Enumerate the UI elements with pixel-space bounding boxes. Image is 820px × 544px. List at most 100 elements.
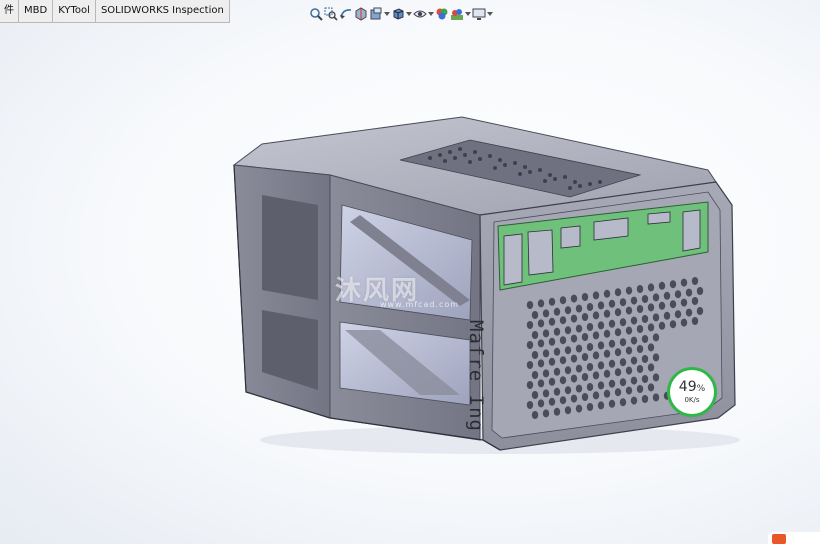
view-settings-icon[interactable] (472, 6, 486, 22)
command-manager-tabs: 件 MBD KYTool SOLIDWORKS Inspection (0, 0, 230, 23)
vent-hole (685, 288, 693, 297)
vent-hole (625, 326, 633, 335)
vent-hole (581, 313, 589, 321)
vent-hole (641, 335, 649, 343)
vent-hole (619, 318, 627, 327)
vent-hole (575, 344, 583, 353)
tab-part[interactable]: 件 (0, 0, 19, 22)
vent-hole (652, 313, 660, 322)
vent-hole (592, 391, 600, 400)
tab-solidworks-inspection[interactable]: SOLIDWORKS Inspection (95, 0, 230, 22)
vent-hole (641, 355, 649, 363)
vent-hole (674, 290, 682, 299)
vent-hole (559, 336, 567, 345)
zoom-to-area-icon[interactable] (324, 6, 338, 22)
vent-hole (625, 346, 633, 355)
vent-hole (581, 333, 589, 341)
vent-hole (559, 296, 567, 305)
vent-hole (531, 331, 539, 339)
vent-hole (641, 315, 649, 323)
chevron-down-icon[interactable] (406, 6, 412, 22)
vent-hole (564, 306, 572, 315)
vent-hole (658, 281, 666, 290)
tab-kytool[interactable]: KYTool (53, 0, 96, 22)
vent-hole (526, 381, 534, 389)
vent-hole (537, 379, 545, 388)
vent-hole (526, 341, 534, 349)
dynamic-annotation-icon[interactable] (369, 6, 383, 22)
vent-hole (586, 363, 594, 371)
vent-hole (548, 357, 556, 366)
vent-hole (575, 304, 583, 313)
vent-hole (597, 381, 605, 390)
vent-hole (548, 377, 556, 386)
vent-hole (553, 347, 561, 356)
vent-hole (614, 288, 622, 297)
vent-hole (680, 298, 688, 307)
chevron-down-icon[interactable] (465, 6, 471, 22)
vent-hole (597, 401, 605, 410)
edit-appearance-icon[interactable] (450, 6, 464, 22)
vent-hole (570, 294, 578, 303)
vent-hole (658, 301, 666, 310)
vent-hole (531, 411, 539, 419)
vent-hole (636, 305, 644, 313)
vent-hole (603, 329, 611, 338)
vent-hole (548, 317, 556, 326)
vent-hole (553, 407, 561, 416)
vent-hole (542, 329, 550, 338)
display-style-icon[interactable] (413, 6, 427, 22)
vent-hole (614, 308, 622, 317)
vent-hole (564, 366, 572, 375)
vent-hole (619, 398, 627, 407)
vent-hole (647, 283, 655, 292)
vent-hole (685, 308, 693, 317)
vent-hole (691, 317, 699, 325)
vent-hole (542, 369, 550, 378)
vent-hole (669, 320, 677, 329)
vent-hole (614, 368, 622, 377)
vent-hole (691, 297, 699, 305)
vent-hole (531, 351, 539, 359)
vent-hole (658, 321, 666, 330)
vent-hole (652, 393, 660, 402)
vent-hole (586, 403, 594, 411)
vent-hole (542, 349, 550, 358)
vent-hole (608, 379, 616, 388)
vent-hole (652, 293, 660, 302)
previous-view-icon[interactable] (339, 6, 353, 22)
chevron-down-icon[interactable] (487, 6, 493, 22)
hide-show-items-icon[interactable] (435, 6, 449, 22)
vent-hole (597, 361, 605, 370)
vent-hole (586, 383, 594, 391)
vent-hole (597, 341, 605, 350)
vent-hole (526, 361, 534, 369)
vent-hole (603, 389, 611, 398)
chevron-down-icon[interactable] (428, 6, 434, 22)
vent-hole (570, 394, 578, 403)
vent-hole (570, 314, 578, 323)
tab-mbd[interactable]: MBD (19, 0, 54, 22)
vent-hole (548, 397, 556, 406)
network-speed-widget[interactable]: 49% 0K/s (670, 370, 714, 414)
vent-hole (630, 316, 638, 325)
vent-hole (603, 349, 611, 358)
chevron-down-icon[interactable] (384, 6, 390, 22)
vent-hole (564, 346, 572, 355)
graphics-area[interactable]: 沐风网 www.mfcad.com Mafre Ing 49% 0K/s (0, 22, 820, 544)
zoom-to-fit-icon[interactable] (309, 6, 323, 22)
vent-hole (559, 376, 567, 385)
vent-hole (652, 373, 660, 382)
vent-hole (636, 345, 644, 353)
vent-hole (526, 321, 534, 329)
vent-hole (636, 285, 644, 293)
vent-hole (597, 301, 605, 310)
vent-hole (537, 299, 545, 308)
vent-hole (647, 343, 655, 352)
view-orientation-icon[interactable] (391, 6, 405, 22)
vent-hole (630, 336, 638, 345)
section-view-icon[interactable] (354, 6, 368, 22)
vent-hole (619, 378, 627, 387)
vent-hole (636, 385, 644, 393)
vent-hole (647, 383, 655, 392)
